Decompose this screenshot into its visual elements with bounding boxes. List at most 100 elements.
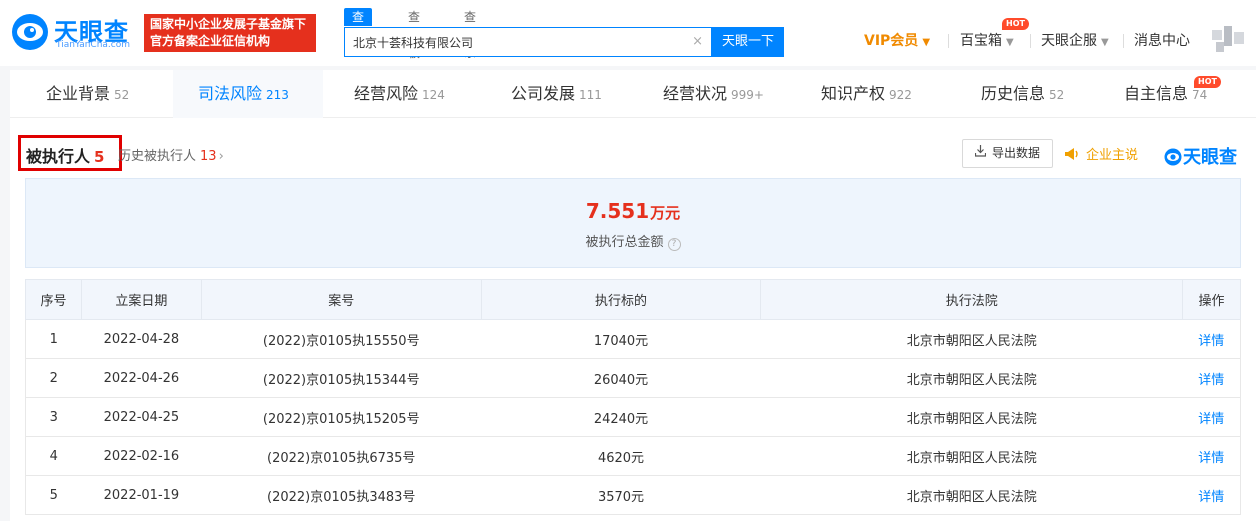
cell-court: 北京市朝阳区人民法院 — [760, 358, 1183, 398]
eye-logo-icon — [12, 14, 48, 50]
column-header-case-no: 案号 — [200, 279, 482, 320]
cell-amount: 3570元 — [481, 475, 761, 515]
tab-company-development[interactable]: 公司发展 111 — [511, 70, 602, 118]
tab-label: 经营风险 — [354, 84, 419, 103]
search-tab-relation[interactable]: 查关系 — [456, 8, 484, 60]
table-row: 2 2022-04-26 (2022)京0105执15344号 26040元 北… — [25, 358, 1241, 398]
tab-operating-status[interactable]: 经营状况 999+ — [663, 70, 764, 118]
cell-case-no: (2022)京0105执15550号 — [201, 319, 482, 359]
tab-count: 74 — [1192, 88, 1208, 102]
section-count: 5 — [94, 148, 105, 166]
total-amount-caption: 被执行总金额 — [585, 235, 664, 250]
detail-link[interactable]: 详情 — [1198, 412, 1224, 427]
cell-action: 详情 — [1182, 397, 1241, 437]
history-label: 历史被执行人 — [118, 149, 197, 164]
column-header-amount: 执行标的 — [480, 279, 762, 320]
vip-menu[interactable]: VIP会员 ▼ — [864, 30, 930, 52]
eye-logo-icon — [1164, 148, 1182, 166]
detail-link[interactable]: 详情 — [1198, 490, 1224, 505]
cell-date: 2022-04-25 — [81, 397, 202, 437]
hot-badge: HOT — [1194, 76, 1221, 88]
category-tabs: 企业背景 52 司法风险 213 经营风险 124 公司发展 111 经营状况 999+ … — [10, 70, 1256, 118]
total-amount: 7.551万元 — [26, 199, 1240, 223]
chevron-down-icon: ▼ — [922, 37, 931, 48]
slogan-line-1: 国家中小企业发展子基金旗下 — [150, 17, 307, 31]
chevron-down-icon: ▼ — [1101, 37, 1109, 48]
cell-court: 北京市朝阳区人民法院 — [760, 436, 1183, 476]
download-icon — [974, 140, 987, 167]
site-logo[interactable]: 天眼查 TianYanCha.com — [10, 12, 138, 52]
cell-amount: 24240元 — [481, 397, 761, 437]
cell-case-no: (2022)京0105执15344号 — [201, 358, 482, 398]
clear-icon[interactable]: × — [692, 34, 703, 49]
logo-domain: TianYanCha.com — [56, 40, 131, 50]
tab-history-info[interactable]: 历史信息 52 — [981, 70, 1064, 118]
cell-court: 北京市朝阳区人民法院 — [760, 397, 1183, 437]
enterprise-says-link[interactable]: 企业主说 — [1064, 144, 1138, 163]
nav-divider — [948, 34, 949, 48]
history-count: 13 — [200, 149, 217, 164]
nav-divider — [1123, 34, 1124, 48]
tab-count: 124 — [422, 88, 445, 102]
cell-amount: 17040元 — [481, 319, 761, 359]
nav-divider — [1030, 34, 1031, 48]
executed-person-section: 被执行人 5 历史被执行人 13 › 导出数据 企业主说 天眼查 7.551万元 被执… — [10, 118, 1256, 521]
search-tab-boss[interactable]: 查老板 — [400, 8, 428, 60]
tab-judicial-risk[interactable]: 司法风险 213 — [198, 70, 289, 118]
tab-count: 111 — [579, 88, 602, 102]
cell-date: 2022-04-28 — [81, 319, 202, 359]
detail-link[interactable]: 详情 — [1198, 451, 1224, 466]
cell-date: 2022-04-26 — [81, 358, 202, 398]
enterprise-service-label: 天眼企服 — [1041, 33, 1097, 49]
tab-operating-risk[interactable]: 经营风险 124 — [354, 70, 445, 118]
tab-label: 历史信息 — [981, 84, 1046, 103]
cell-action: 详情 — [1182, 358, 1241, 398]
column-header-action: 操作 — [1182, 279, 1241, 320]
total-amount-value: 7.551 — [585, 199, 650, 223]
tab-label: 自主信息 — [1124, 84, 1189, 103]
help-icon[interactable]: ? — [667, 238, 681, 251]
cell-date: 2022-02-16 — [81, 436, 202, 476]
export-data-button[interactable]: 导出数据 — [962, 139, 1053, 168]
search-tab-company[interactable]: 查公司 — [344, 8, 373, 60]
cell-case-no: (2022)京0105执15205号 — [201, 397, 482, 437]
tab-count: 213 — [266, 88, 289, 102]
tab-company-background[interactable]: 企业背景 52 — [46, 70, 129, 118]
column-header-court: 执行法院 — [760, 279, 1183, 320]
baibaoxiang-menu[interactable]: 百宝箱 ▼ — [960, 30, 1014, 52]
cell-action: 详情 — [1182, 475, 1241, 515]
tab-count: 52 — [114, 88, 130, 102]
table-header-row: 序号 立案日期 案号 执行标的 执行法院 操作 — [25, 279, 1241, 320]
tab-intellectual-property[interactable]: 知识产权 922 — [821, 70, 912, 118]
cell-amount: 4620元 — [481, 436, 761, 476]
avatar[interactable] — [1212, 26, 1244, 54]
cell-case-no: (2022)京0105执6735号 — [201, 436, 482, 476]
table-row: 5 2022-01-19 (2022)京0105执3483号 3570元 北京市… — [25, 475, 1241, 515]
message-center-link[interactable]: 消息中心 — [1134, 30, 1190, 52]
brand-mini-logo: 天眼查 — [1164, 143, 1237, 169]
cell-index: 5 — [25, 475, 82, 515]
chevron-right-icon: › — [218, 149, 224, 164]
cell-index: 1 — [25, 319, 82, 359]
tab-count: 922 — [889, 88, 912, 102]
history-executed-link[interactable]: 历史被执行人 13 › — [118, 145, 224, 164]
table-row: 4 2022-02-16 (2022)京0105执6735号 4620元 北京市… — [25, 436, 1241, 476]
tab-label: 公司发展 — [511, 84, 576, 103]
search-button[interactable]: 天眼一下 — [712, 27, 784, 57]
export-label: 导出数据 — [991, 146, 1040, 160]
chevron-down-icon: ▼ — [1006, 37, 1014, 48]
enterprise-service-menu[interactable]: 天眼企服 ▼ — [1041, 30, 1109, 52]
cell-index: 2 — [25, 358, 82, 398]
executed-cases-table: 序号 立案日期 案号 执行标的 执行法院 操作 1 2022-04-28 (20… — [25, 279, 1241, 515]
detail-link[interactable]: 详情 — [1198, 373, 1224, 388]
search-input[interactable] — [345, 28, 685, 56]
table-row: 1 2022-04-28 (2022)京0105执15550号 17040元 北… — [25, 319, 1241, 359]
tab-count: 999+ — [731, 88, 764, 102]
hot-badge: HOT — [1002, 18, 1029, 30]
total-amount-summary: 7.551万元 被执行总金额? — [25, 178, 1241, 268]
detail-link[interactable]: 详情 — [1198, 334, 1224, 349]
top-header: 天眼查 TianYanCha.com 国家中小企业发展子基金旗下 官方备案企业征… — [0, 0, 1256, 66]
cell-action: 详情 — [1182, 319, 1241, 359]
total-amount-unit: 万元 — [650, 204, 681, 222]
section-title: 被执行人 5 — [26, 143, 104, 167]
